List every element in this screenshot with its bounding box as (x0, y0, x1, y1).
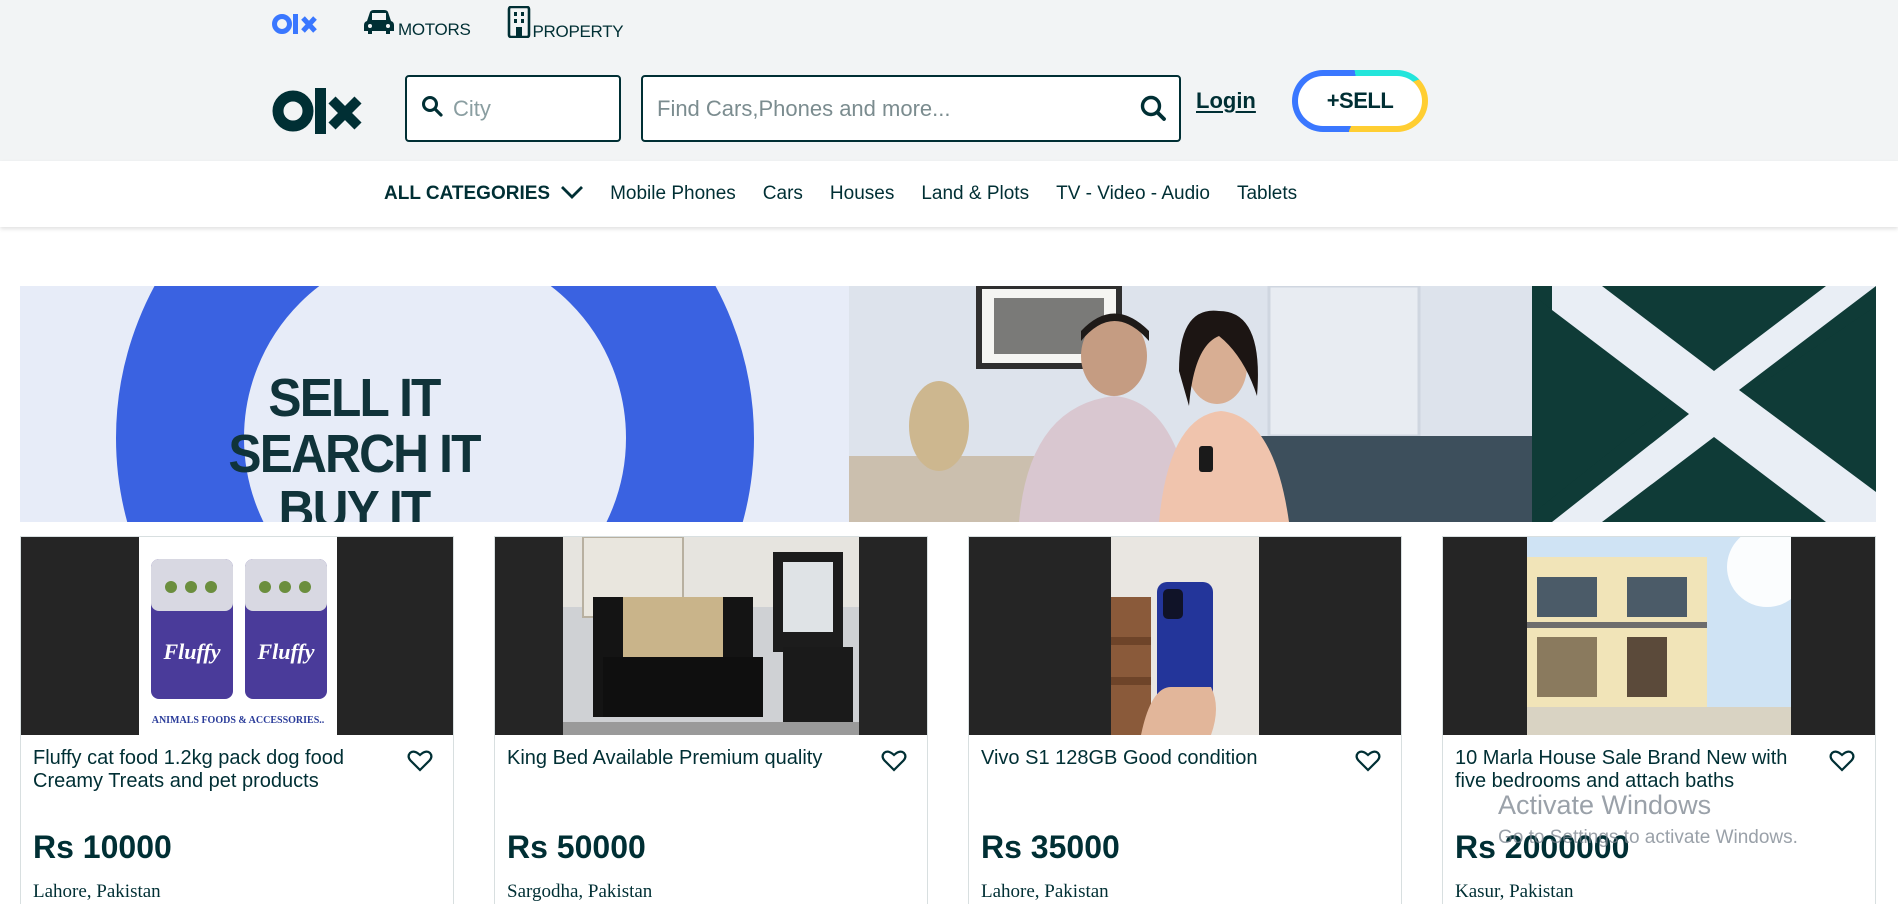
chevron-down-icon (560, 184, 584, 206)
listing-price: Rs 35000 (981, 829, 1120, 865)
all-categories-label: ALL CATEGORIES (384, 183, 551, 204)
building-icon (507, 5, 531, 43)
search-input[interactable]: Find Cars,Phones and more... (641, 75, 1181, 142)
listing-photo (1111, 537, 1259, 735)
city-input[interactable]: City (405, 75, 621, 142)
site-header: MOTORS PROPERTY City Find Cars,Phones an… (0, 0, 1898, 161)
listing-card[interactable]: King Bed Available Premium quality Rs 50… (494, 536, 928, 904)
listing-location: Lahore, Pakistan (33, 881, 161, 902)
category-mobile-phones[interactable]: Mobile Phones (610, 183, 736, 205)
fluffy-brand-right: Fluffy (256, 639, 314, 664)
property-link[interactable]: PROPERTY (507, 5, 624, 43)
listing-card[interactable]: Vivo S1 128GB Good condition Rs 35000 La… (968, 536, 1402, 904)
heart-icon[interactable] (881, 749, 907, 778)
listing-thumbnail[interactable]: Fluffy Fluffy ANIMALS FOODS & ACCESSORIE… (21, 537, 453, 735)
heart-icon[interactable] (1829, 749, 1855, 778)
search-icon[interactable] (1139, 94, 1167, 127)
olx-logo[interactable] (272, 86, 362, 141)
banner-line-search: SEARCH IT (228, 424, 481, 484)
listings-grid: Fluffy Fluffy ANIMALS FOODS & ACCESSORIE… (20, 536, 1876, 904)
listing-location: Sargodha, Pakistan (507, 881, 653, 902)
motors-label: MOTORS (398, 19, 471, 39)
listing-title[interactable]: 10 Marla House Sale Brand New with five … (1455, 747, 1795, 793)
property-label: PROPERTY (532, 21, 624, 41)
category-tablets[interactable]: Tablets (1237, 183, 1297, 205)
listing-price: Rs 2000000 (1455, 829, 1630, 865)
all-categories-dropdown[interactable]: ALL CATEGORIES (384, 182, 584, 206)
listing-title[interactable]: Vivo S1 128GB Good condition (981, 747, 1321, 770)
listing-photo: Fluffy Fluffy ANIMALS FOODS & ACCESSORIE… (139, 537, 337, 735)
category-land-plots[interactable]: Land & Plots (921, 183, 1029, 205)
olx-mini-logo[interactable] (272, 12, 318, 36)
banner-photo (849, 286, 1532, 522)
car-icon (362, 8, 396, 41)
listing-thumbnail[interactable] (969, 537, 1401, 735)
listing-photo (563, 537, 859, 735)
listing-thumbnail[interactable] (495, 537, 927, 735)
search-icon (421, 95, 443, 122)
listing-thumbnail[interactable] (1443, 537, 1875, 735)
listing-photo (1527, 537, 1807, 735)
banner-x-panel (1532, 286, 1876, 522)
banner-slogan: SELL IT SEARCH IT BUY IT (228, 368, 481, 522)
listing-title[interactable]: Fluffy cat food 1.2kg pack dog food Crea… (33, 747, 373, 793)
photo-caption: ANIMALS FOODS & ACCESSORIES.. (152, 715, 325, 726)
top-links: MOTORS PROPERTY (272, 5, 659, 43)
banner-slogan-panel: SELL IT SEARCH IT BUY IT (20, 286, 849, 522)
heart-icon[interactable] (1355, 749, 1381, 778)
category-houses[interactable]: Houses (830, 183, 894, 205)
listing-title[interactable]: King Bed Available Premium quality (507, 747, 847, 770)
banner-line-sell: SELL IT (268, 368, 441, 428)
city-placeholder: City (453, 95, 491, 121)
listing-location: Kasur, Pakistan (1455, 881, 1574, 902)
listing-location: Lahore, Pakistan (981, 881, 1109, 902)
category-tv-video-audio[interactable]: TV - Video - Audio (1056, 183, 1210, 205)
listing-card[interactable]: 10 Marla House Sale Brand New with five … (1442, 536, 1876, 904)
motors-link[interactable]: MOTORS (362, 8, 471, 41)
search-placeholder: Find Cars,Phones and more... (657, 95, 951, 121)
listing-price: Rs 50000 (507, 829, 646, 865)
sell-button[interactable]: +SELL (1292, 70, 1428, 132)
category-cars[interactable]: Cars (763, 183, 803, 205)
category-bar: ALL CATEGORIES Mobile Phones Cars Houses… (0, 161, 1898, 227)
banner-line-buy: BUY IT (278, 480, 432, 522)
promo-banner[interactable]: SELL IT SEARCH IT BUY IT (20, 286, 1876, 522)
listing-price: Rs 10000 (33, 829, 172, 865)
login-link[interactable]: Login (1196, 88, 1256, 114)
fluffy-brand-left: Fluffy (162, 639, 220, 664)
listing-card[interactable]: Fluffy Fluffy ANIMALS FOODS & ACCESSORIE… (20, 536, 454, 904)
sell-label: +SELL (1298, 76, 1422, 126)
heart-icon[interactable] (407, 749, 433, 778)
